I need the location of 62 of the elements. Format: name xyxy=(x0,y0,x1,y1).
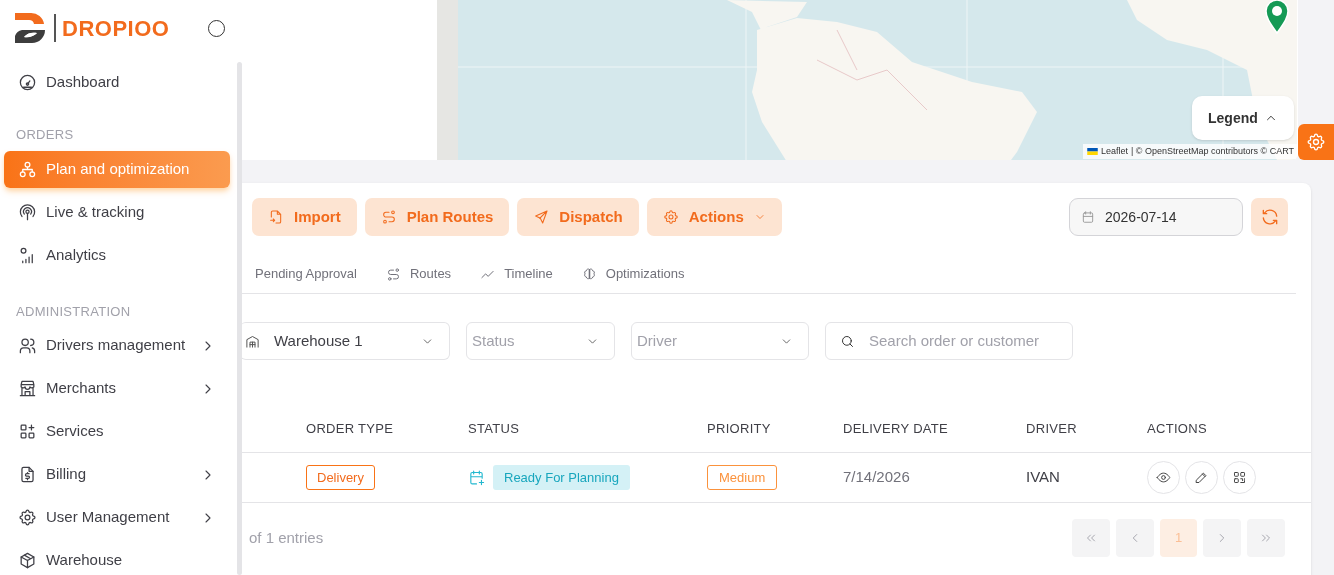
map-pin-icon xyxy=(1265,0,1289,34)
tab[interactable]: Timeline xyxy=(480,255,553,293)
calendar-icon xyxy=(1081,210,1095,224)
settings-icon xyxy=(18,508,37,527)
double-chevron-right-icon xyxy=(1259,531,1273,545)
users-icon xyxy=(18,336,37,355)
flag-icon xyxy=(1086,148,1098,155)
nav-item[interactable]: Services xyxy=(4,413,230,450)
tab[interactable]: Optimizations xyxy=(581,255,685,293)
brain-icon xyxy=(581,266,597,282)
nav-item[interactable]: User Management xyxy=(4,499,230,536)
nav-item[interactable]: Warehouse xyxy=(4,542,230,575)
refresh-button[interactable] xyxy=(1251,198,1288,236)
send-icon xyxy=(533,209,550,225)
invoice-icon xyxy=(18,465,37,484)
settings-button[interactable] xyxy=(1298,124,1334,160)
store-icon xyxy=(18,379,37,398)
priority-badge: Medium xyxy=(707,464,778,491)
settings-icon xyxy=(1306,132,1326,152)
column-header: DRIVER xyxy=(1026,421,1077,436)
column-header: ORDER TYPE xyxy=(306,421,394,436)
brand-name: DROPIOO xyxy=(62,14,170,43)
search-icon xyxy=(840,333,855,349)
nav-item[interactable]: Drivers management xyxy=(4,327,230,364)
calendar-plus-icon xyxy=(468,469,485,486)
date-field[interactable]: 2026-07-14 xyxy=(1069,198,1243,236)
signal-icon xyxy=(18,202,37,222)
status-badge: Ready For Planning xyxy=(493,464,630,491)
logo-icon xyxy=(14,12,48,44)
settings-icon xyxy=(662,209,679,225)
box-icon xyxy=(18,551,37,570)
tab[interactable]: Pending Approval xyxy=(255,255,357,293)
eye-icon xyxy=(1156,470,1171,485)
double-chevron-left-icon xyxy=(1084,531,1098,545)
table-cell: IVAN xyxy=(1026,468,1060,486)
table-cell: 7/14/2026 xyxy=(843,468,910,486)
grid-icon xyxy=(18,422,37,441)
nav-item[interactable]: Billing xyxy=(4,456,230,493)
nav-item[interactable]: Live & tracking xyxy=(4,193,230,231)
file-import-icon xyxy=(268,209,284,225)
gauge-icon xyxy=(18,73,37,92)
column-header: PRIORITY xyxy=(707,421,771,436)
qr-code-icon xyxy=(1232,470,1247,485)
entries-info: of 1 entries xyxy=(248,527,325,548)
attribution-link[interactable]: Leaflet xyxy=(1100,144,1128,159)
route-icon xyxy=(385,266,401,282)
nav-item[interactable]: Dashboard xyxy=(4,64,230,101)
nav-item[interactable]: Merchants xyxy=(4,370,230,407)
column-header: ACTIONS xyxy=(1147,421,1207,436)
route-icon xyxy=(380,209,397,225)
tab[interactable]: Routes xyxy=(385,255,452,293)
column-header: DELIVERY DATE xyxy=(843,421,949,436)
edit-icon xyxy=(1194,470,1209,485)
legend-button[interactable]: Legend xyxy=(1192,96,1294,140)
column-header: STATUS xyxy=(468,421,520,436)
building-icon xyxy=(245,333,260,349)
map-attribution: | © OpenStreetMap contributors © CART xyxy=(1131,144,1294,158)
order-type-badge: Delivery xyxy=(306,464,375,491)
sitemap-icon xyxy=(18,159,37,179)
section-heading: ORDERS xyxy=(15,126,75,144)
nav-item[interactable]: Analytics xyxy=(4,236,230,274)
section-heading: ADMINISTRATION xyxy=(15,302,132,321)
